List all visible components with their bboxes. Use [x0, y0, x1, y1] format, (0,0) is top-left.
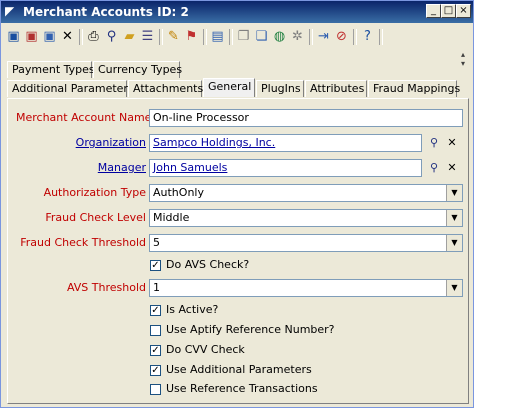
organization-link[interactable]: Organization — [16, 136, 146, 149]
toolbar-separator — [353, 29, 357, 45]
organization-clear-icon[interactable]: ✕ — [444, 135, 460, 151]
toolbar-separator — [203, 29, 207, 45]
manager-value[interactable]: John Samuels — [153, 161, 227, 174]
organization-find-icon[interactable]: ⚲ — [426, 135, 442, 151]
minimize-button[interactable]: _ — [426, 4, 441, 18]
help-icon[interactable]: ? — [359, 28, 376, 45]
refresh-icon[interactable]: ✲ — [289, 28, 306, 45]
is-active-checkbox[interactable]: ✓ — [150, 305, 161, 316]
avs-threshold-value: 1 — [153, 281, 160, 294]
use-aptify-reference-checkbox[interactable] — [150, 325, 161, 336]
save-icon[interactable]: ▣ — [5, 28, 22, 45]
fraud-check-level-value: Middle — [153, 211, 190, 224]
organization-value[interactable]: Sampco Holdings, Inc. — [153, 136, 275, 149]
save-new-icon[interactable]: ▣ — [41, 28, 58, 45]
merchant-accounts-window: ◤ Merchant Accounts ID: 2 _ □ × ▣ ▣ ▣ ✕ … — [0, 0, 474, 408]
organization-field[interactable]: Sampco Holdings, Inc. — [149, 134, 422, 152]
import-icon[interactable]: ⇥ — [315, 28, 332, 45]
manager-field[interactable]: John Samuels — [149, 159, 422, 177]
fraud-check-level-select[interactable]: Middle ▼ — [149, 209, 463, 227]
app-icon: ◤ — [5, 4, 15, 18]
chevron-down-icon[interactable]: ▼ — [446, 280, 462, 296]
wand-icon[interactable]: ✎ — [165, 28, 182, 45]
toolbar-separator — [79, 29, 83, 45]
window-title: Merchant Accounts ID: 2 — [23, 5, 189, 19]
title-bar[interactable]: ◤ Merchant Accounts ID: 2 _ □ × — [1, 1, 473, 23]
use-additional-parameters-checkbox[interactable]: ✓ — [150, 365, 161, 376]
tab-currency-types[interactable]: Currency Types — [93, 61, 182, 78]
paste-icon[interactable]: ❏ — [253, 28, 270, 45]
use-reference-transactions-checkbox[interactable] — [150, 384, 161, 395]
report-icon[interactable]: ▤ — [209, 28, 226, 45]
fraud-check-threshold-select[interactable]: 5 ▼ — [149, 234, 463, 252]
do-cvv-check-label: Do CVV Check — [166, 343, 245, 356]
fraud-check-threshold-value: 5 — [153, 236, 160, 249]
merchant-account-name-field[interactable]: On-line Processor — [149, 109, 463, 127]
is-active-label: Is Active? — [166, 303, 219, 316]
do-avs-check-label: Do AVS Check? — [166, 258, 250, 271]
tab-additional-parameters[interactable]: Additional Parameters — [7, 80, 134, 97]
chevron-down-icon[interactable]: ▼ — [446, 210, 462, 226]
list-icon[interactable]: ☰ — [139, 28, 156, 45]
tab-general[interactable]: General — [203, 78, 255, 97]
fraud-check-threshold-label: Fraud Check Threshold — [20, 236, 146, 249]
authorization-type-select[interactable]: AuthOnly ▼ — [149, 184, 463, 202]
use-reference-transactions-label: Use Reference Transactions — [166, 382, 318, 395]
do-cvv-check-checkbox[interactable]: ✓ — [150, 345, 161, 356]
tab-attributes[interactable]: Attributes — [305, 80, 367, 97]
general-panel: Merchant Account Name On-line Processor … — [7, 98, 469, 404]
chevron-down-icon[interactable]: ▼ — [446, 235, 462, 251]
manager-find-icon[interactable]: ⚲ — [426, 160, 442, 176]
do-avs-check-checkbox[interactable]: ✓ — [150, 260, 161, 271]
tab-plugins[interactable]: PlugIns — [256, 80, 304, 97]
open-folder-icon[interactable]: ▰ — [121, 28, 138, 45]
find-icon[interactable]: ⚲ — [103, 28, 120, 45]
authorization-type-label: Authorization Type — [43, 186, 146, 199]
delete-icon[interactable]: ✕ — [59, 28, 76, 45]
fraud-check-level-label: Fraud Check Level — [45, 211, 146, 224]
tab-strip: Payment Types Currency Types Additional … — [7, 55, 469, 103]
save-close-icon[interactable]: ▣ — [23, 28, 40, 45]
flags-icon[interactable]: ⚑ — [183, 28, 200, 45]
authorization-type-value: AuthOnly — [153, 186, 204, 199]
merchant-account-name-value: On-line Processor — [153, 111, 249, 124]
toolbar: ▣ ▣ ▣ ✕ ⎙ ⚲ ▰ ☰ ✎ ⚑ ▤ ❐ ❏ ◍ ✲ ⇥ ⊘ ? ▴ ▾ — [3, 26, 471, 68]
maximize-button[interactable]: □ — [441, 4, 456, 18]
avs-threshold-label: AVS Threshold — [66, 281, 146, 294]
globe-icon[interactable]: ◍ — [271, 28, 288, 45]
toolbar-separator — [159, 29, 163, 45]
copy-icon[interactable]: ❐ — [235, 28, 252, 45]
chevron-down-icon[interactable]: ▼ — [446, 185, 462, 201]
cancel-icon[interactable]: ⊘ — [333, 28, 350, 45]
manager-link[interactable]: Manager — [16, 161, 146, 174]
use-additional-parameters-label: Use Additional Parameters — [166, 363, 312, 376]
toolbar-separator — [309, 29, 313, 45]
tab-fraud-mappings[interactable]: Fraud Mappings — [368, 80, 460, 97]
manager-clear-icon[interactable]: ✕ — [444, 160, 460, 176]
close-button[interactable]: × — [456, 4, 471, 18]
toolbar-separator — [229, 29, 233, 45]
merchant-account-name-label: Merchant Account Name — [16, 111, 152, 124]
tab-attachments[interactable]: Attachments — [128, 80, 203, 97]
tab-payment-types[interactable]: Payment Types — [7, 61, 95, 78]
toolbar-separator — [379, 29, 383, 45]
print-icon[interactable]: ⎙ — [85, 28, 102, 45]
avs-threshold-select[interactable]: 1 ▼ — [149, 279, 463, 297]
use-aptify-reference-label: Use Aptify Reference Number? — [166, 323, 335, 336]
